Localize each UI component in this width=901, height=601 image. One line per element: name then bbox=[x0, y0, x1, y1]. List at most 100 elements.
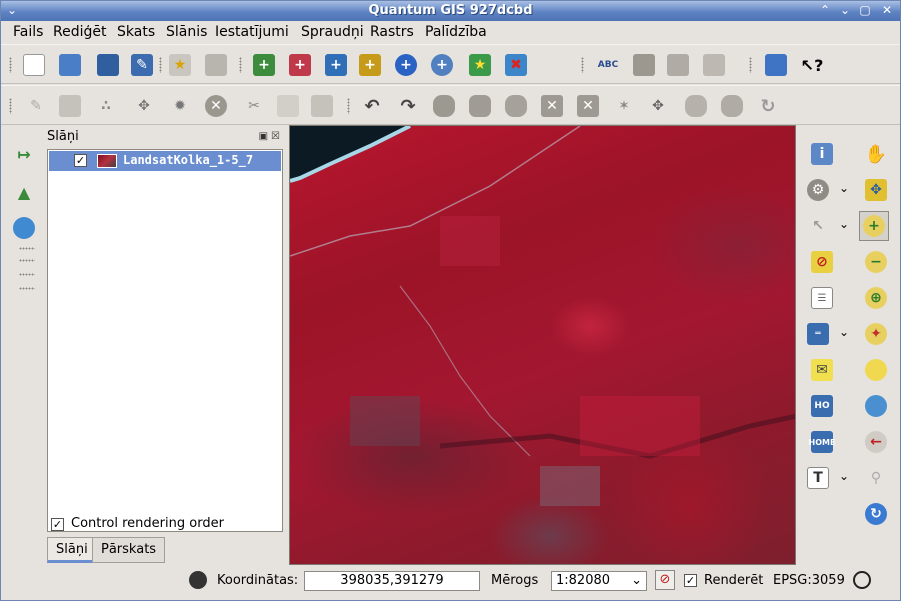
actions-button[interactable]: ⚙ bbox=[803, 175, 833, 205]
toolbar-grip[interactable] bbox=[19, 287, 35, 290]
tab-slani[interactable]: Slāņi bbox=[47, 537, 97, 563]
toolbar-grip[interactable] bbox=[581, 57, 584, 73]
close-icon[interactable]: ✕ bbox=[879, 3, 895, 19]
add-raster-layer-button[interactable]: + bbox=[285, 50, 315, 80]
tab-parskats[interactable]: Pārskats bbox=[92, 537, 166, 563]
cut-features-button[interactable]: ✂ bbox=[239, 91, 269, 121]
render-checkbox[interactable]: ✓ bbox=[684, 574, 697, 587]
add-postgis-layer-button[interactable]: + bbox=[321, 50, 351, 80]
new-vector-layer-button[interactable]: ★ bbox=[465, 50, 495, 80]
coordinate-toggle-icon[interactable] bbox=[189, 571, 207, 589]
save-as-button[interactable]: ✎ bbox=[127, 50, 157, 80]
menu-rediget[interactable]: Rediģēt bbox=[53, 24, 106, 40]
undo-button[interactable]: ↶ bbox=[357, 91, 387, 121]
map-canvas[interactable] bbox=[289, 125, 796, 565]
crs-label[interactable]: EPSG:3059 bbox=[773, 573, 845, 588]
print-composer-button[interactable]: ★ bbox=[165, 50, 195, 80]
delete-selected-button[interactable]: ✕ bbox=[201, 91, 231, 121]
georeferencer-button[interactable] bbox=[9, 213, 39, 243]
delete-ring-button[interactable]: ✕ bbox=[537, 91, 567, 121]
identify-button[interactable]: i bbox=[807, 139, 837, 169]
new-bookmark-button[interactable]: HO bbox=[807, 391, 837, 421]
toolbar-grip[interactable] bbox=[9, 57, 12, 73]
open-project-button[interactable] bbox=[55, 50, 85, 80]
minimize-icon[interactable]: ⌃ bbox=[817, 3, 833, 19]
menu-fails[interactable]: Fails bbox=[13, 24, 43, 40]
zoom-actual-button[interactable]: ⚲ bbox=[861, 463, 891, 493]
add-wms-layer-button[interactable]: + bbox=[391, 50, 421, 80]
add-wfs-layer-button[interactable]: + bbox=[427, 50, 457, 80]
menu-skats[interactable]: Skats bbox=[117, 24, 155, 40]
remove-layer-button[interactable]: ✖ bbox=[501, 50, 531, 80]
label-rotate-button[interactable] bbox=[663, 50, 693, 80]
toggle-editing-button[interactable]: ✎ bbox=[21, 91, 51, 121]
scale-combo[interactable]: 1:82080 ⌄ bbox=[551, 571, 647, 591]
zoom-out-button[interactable]: − bbox=[861, 247, 891, 277]
chevron-down-icon[interactable]: ⌄ bbox=[839, 469, 849, 483]
copy-features-button[interactable] bbox=[273, 91, 303, 121]
layer-tree[interactable]: ✓ LandsatKolka_1-5_7 bbox=[47, 149, 283, 532]
add-spatialite-layer-button[interactable]: + bbox=[355, 50, 385, 80]
attribute-table-button[interactable]: ☰ bbox=[807, 283, 837, 313]
save-edits-button[interactable] bbox=[55, 91, 85, 121]
toolbar-grip[interactable] bbox=[19, 259, 35, 262]
layer-visibility-checkbox[interactable]: ✓ bbox=[74, 154, 87, 167]
pan-to-selection-button[interactable]: ✥ bbox=[861, 175, 891, 205]
capture-point-button[interactable]: ∴ bbox=[91, 91, 121, 121]
node-tool-button[interactable]: ✹ bbox=[165, 91, 195, 121]
projection-globe-icon[interactable] bbox=[853, 571, 871, 589]
pan-button[interactable]: ✋ bbox=[861, 139, 891, 169]
labeling-button[interactable]: ABC bbox=[593, 50, 623, 80]
control-rendering-checkbox[interactable]: ✓ bbox=[51, 518, 64, 531]
zoom-in-button[interactable]: + bbox=[859, 211, 889, 241]
toolbar-grip[interactable] bbox=[19, 247, 35, 250]
add-ring-button[interactable] bbox=[465, 91, 495, 121]
coordinates-field[interactable]: 398035,391279 bbox=[304, 571, 480, 591]
toolbar-grip[interactable] bbox=[19, 273, 35, 276]
help-contents-button[interactable] bbox=[761, 50, 791, 80]
histogram-button[interactable]: ▲ bbox=[9, 177, 39, 207]
zoom-to-selection-button[interactable] bbox=[861, 355, 891, 385]
zoom-full-button[interactable]: ⊕ bbox=[861, 283, 891, 313]
menu-palidziba[interactable]: Palīdzība bbox=[425, 24, 487, 40]
menu-slanis[interactable]: Slānis bbox=[166, 24, 207, 40]
menu-rastrs[interactable]: Rastrs bbox=[370, 24, 414, 40]
add-part-button[interactable] bbox=[501, 91, 531, 121]
collapse-icon[interactable]: ⌄ bbox=[837, 3, 853, 19]
whats-this-button[interactable]: ↖? bbox=[797, 50, 827, 80]
menu-iestatijumi[interactable]: Iestatījumi bbox=[215, 24, 289, 40]
paste-features-button[interactable] bbox=[307, 91, 337, 121]
menu-spraudni[interactable]: Spraudņi bbox=[301, 24, 364, 40]
save-project-button[interactable] bbox=[93, 50, 123, 80]
toolbar-grip[interactable] bbox=[9, 98, 12, 114]
zoom-last-button[interactable] bbox=[861, 391, 891, 421]
label-tool-button[interactable] bbox=[629, 50, 659, 80]
panel-float-close-icon[interactable]: ▣☒ bbox=[259, 131, 283, 142]
text-annotation-button[interactable]: T bbox=[803, 463, 833, 493]
move-feature-button[interactable]: ✥ bbox=[129, 91, 159, 121]
layer-item[interactable]: ✓ LandsatKolka_1-5_7 bbox=[49, 151, 281, 171]
zoom-next-button[interactable]: ← bbox=[861, 427, 891, 457]
deselect-button[interactable]: ⊘ bbox=[807, 247, 837, 277]
reshape-features-button[interactable]: ✶ bbox=[609, 91, 639, 121]
add-vector-layer-button[interactable]: + bbox=[249, 50, 279, 80]
select-button[interactable]: ↖ bbox=[803, 211, 833, 241]
title-bar[interactable]: ⌄ Quantum GIS 927dcbd ⌃ ⌄ ▢ ✕ bbox=[1, 1, 900, 21]
new-project-button[interactable] bbox=[19, 50, 49, 80]
delete-part-button[interactable]: ✕ bbox=[573, 91, 603, 121]
measure-button[interactable]: ═ bbox=[803, 319, 833, 349]
toolbar-grip[interactable] bbox=[749, 57, 752, 73]
rotate-symbols-button[interactable]: ↻ bbox=[753, 91, 783, 121]
plugins-button[interactable] bbox=[699, 50, 729, 80]
chevron-down-icon[interactable]: ⌄ bbox=[839, 217, 849, 231]
toolbar-grip[interactable] bbox=[239, 57, 242, 73]
chevron-down-icon[interactable]: ⌄ bbox=[839, 325, 849, 339]
merge-attributes-button[interactable] bbox=[717, 91, 747, 121]
toolbar-grip[interactable] bbox=[159, 57, 162, 73]
stop-render-icon[interactable]: ⊘ bbox=[655, 570, 675, 590]
simplify-feature-button[interactable] bbox=[429, 91, 459, 121]
chevron-down-icon[interactable]: ⌄ bbox=[631, 573, 642, 588]
redo-button[interactable]: ↷ bbox=[393, 91, 423, 121]
chevron-down-icon[interactable]: ⌄ bbox=[839, 181, 849, 195]
show-bookmarks-button[interactable]: HOME bbox=[807, 427, 837, 457]
